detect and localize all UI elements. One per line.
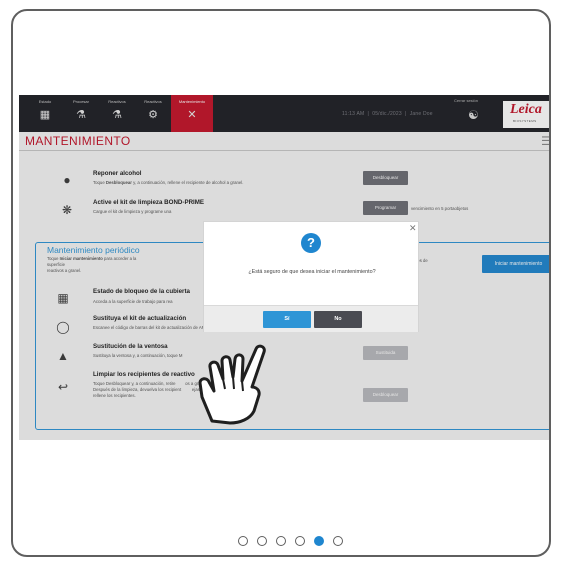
page-dot-4[interactable] bbox=[295, 536, 305, 546]
question-icon: ? bbox=[301, 233, 321, 253]
pointing-hand-icon bbox=[198, 344, 266, 425]
page-dot-5-active[interactable] bbox=[314, 536, 324, 546]
confirm-dialog: ✕ ? ¿Está seguro de que desea iniciar el… bbox=[203, 221, 419, 332]
page-dot-2[interactable] bbox=[257, 536, 267, 546]
page-dot-3[interactable] bbox=[276, 536, 286, 546]
page-dot-1[interactable] bbox=[238, 536, 248, 546]
dialog-footer: Sí No bbox=[204, 305, 418, 332]
no-button[interactable]: No bbox=[314, 311, 362, 328]
instrument-screen: Estado ▦ Procesar ⚗ Reactivos ⚗ Reactivo… bbox=[19, 95, 549, 440]
dialog-message: ¿Está seguro de que desea iniciar el man… bbox=[248, 269, 376, 275]
yes-button[interactable]: Sí bbox=[263, 311, 311, 328]
tutorial-frame: Estado ▦ Procesar ⚗ Reactivos ⚗ Reactivo… bbox=[11, 9, 551, 557]
page-dot-6[interactable] bbox=[333, 536, 343, 546]
close-icon[interactable]: ✕ bbox=[409, 224, 417, 233]
